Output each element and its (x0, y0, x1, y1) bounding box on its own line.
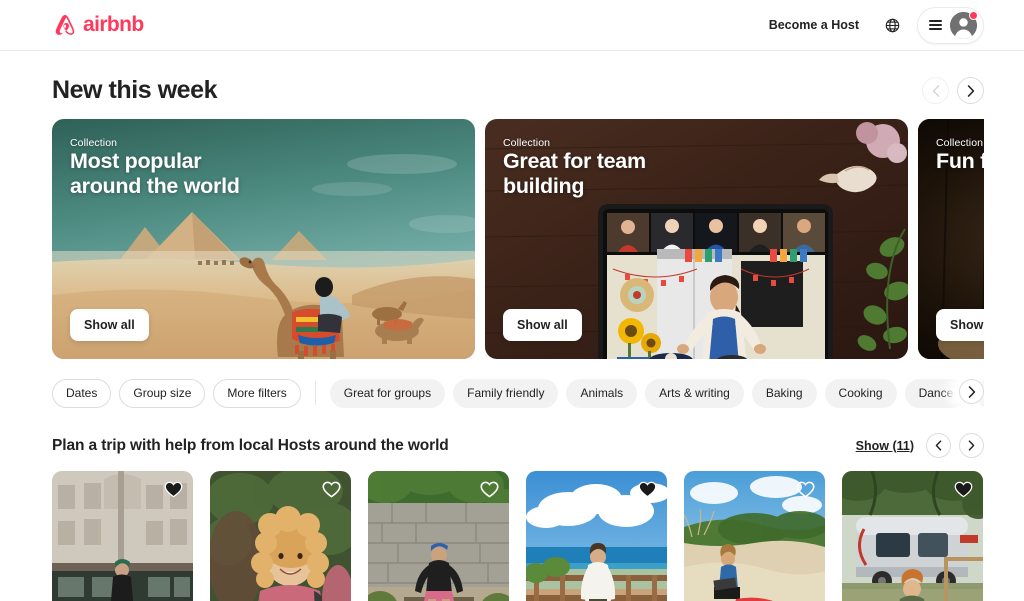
category-dance[interactable]: Dance (904, 378, 968, 408)
notification-badge (969, 10, 978, 20)
host-card[interactable] (684, 471, 825, 601)
favorite-heart-icon[interactable] (954, 480, 973, 499)
new-this-week-carousel-controls (922, 77, 984, 104)
new-this-week-prev-button[interactable] (922, 77, 949, 104)
category-cooking[interactable]: Cooking (824, 378, 897, 408)
category-arts-and-writing[interactable]: Arts & writing (645, 378, 744, 408)
favorite-heart-icon[interactable] (638, 480, 657, 499)
globe-icon[interactable] (875, 8, 909, 42)
host-card[interactable] (210, 471, 351, 601)
host-card[interactable] (52, 471, 193, 601)
collection-card[interactable]: Collection Most popular around the world… (52, 119, 475, 359)
airbnb-logo[interactable]: airbnb (52, 12, 144, 39)
show-all-hosts-link[interactable]: Show (11) (856, 439, 914, 453)
airbnb-logo-text: airbnb (83, 13, 144, 36)
collection-card-eyebrow: Collection (936, 137, 984, 149)
host-card[interactable] (842, 471, 983, 601)
avatar (950, 10, 978, 39)
local-hosts-controls: Show (11) (856, 433, 984, 458)
airbnb-logo-icon (52, 12, 78, 39)
filter-group-size[interactable]: Group size (119, 378, 206, 408)
collection-card-eyebrow: Collection (70, 137, 118, 149)
new-this-week-next-button[interactable] (957, 77, 984, 104)
page-title: New this week (52, 76, 218, 104)
filter-divider (314, 381, 316, 405)
local-hosts-next-button[interactable] (959, 433, 984, 458)
host-card[interactable] (526, 471, 667, 601)
profile-menu-button[interactable] (917, 6, 984, 44)
collection-card-title: Fun for the (936, 149, 984, 173)
collection-carousel: Collection Most popular around the world… (52, 119, 984, 359)
collection-card-title: Most popular around the world (70, 149, 240, 199)
page-content: New this week Collection Most popular ar… (0, 51, 1024, 601)
favorite-heart-icon[interactable] (322, 480, 341, 499)
local-hosts-header: Plan a trip with help from local Hosts a… (52, 408, 984, 458)
favorite-heart-icon[interactable] (796, 480, 815, 499)
category-family-friendly[interactable]: Family friendly (453, 378, 559, 408)
favorite-heart-icon[interactable] (164, 480, 183, 499)
favorite-heart-icon[interactable] (480, 480, 499, 499)
host-card[interactable] (368, 471, 509, 601)
become-a-host-link[interactable]: Become a Host (757, 8, 871, 42)
collection-card-title: Great for team building (503, 149, 646, 199)
site-header: airbnb Become a Host (0, 0, 1024, 51)
filter-dates[interactable]: Dates (52, 378, 112, 408)
local-hosts-carousel (52, 471, 984, 601)
filter-bar: Dates Group size More filters Great for … (52, 378, 984, 408)
new-this-week-header: New this week (52, 51, 984, 105)
show-all-button[interactable]: Show all (503, 309, 582, 341)
filter-more-filters[interactable]: More filters (213, 378, 301, 408)
category-animals[interactable]: Animals (566, 378, 638, 408)
filters-next-button[interactable] (959, 379, 984, 404)
header-actions: Become a Host (757, 6, 984, 44)
category-baking[interactable]: Baking (751, 378, 817, 408)
hamburger-icon (929, 20, 942, 30)
show-all-button[interactable]: Show all (70, 309, 149, 341)
local-hosts-prev-button[interactable] (926, 433, 951, 458)
collection-card[interactable]: Collection Great for team building Show … (485, 119, 908, 359)
local-hosts-title: Plan a trip with help from local Hosts a… (52, 436, 449, 454)
collection-card[interactable]: Collection Fun for the Show all (918, 119, 984, 359)
collection-card-eyebrow: Collection (503, 137, 551, 149)
show-all-button[interactable]: Show all (936, 309, 984, 341)
category-great-for-groups[interactable]: Great for groups (329, 378, 446, 408)
